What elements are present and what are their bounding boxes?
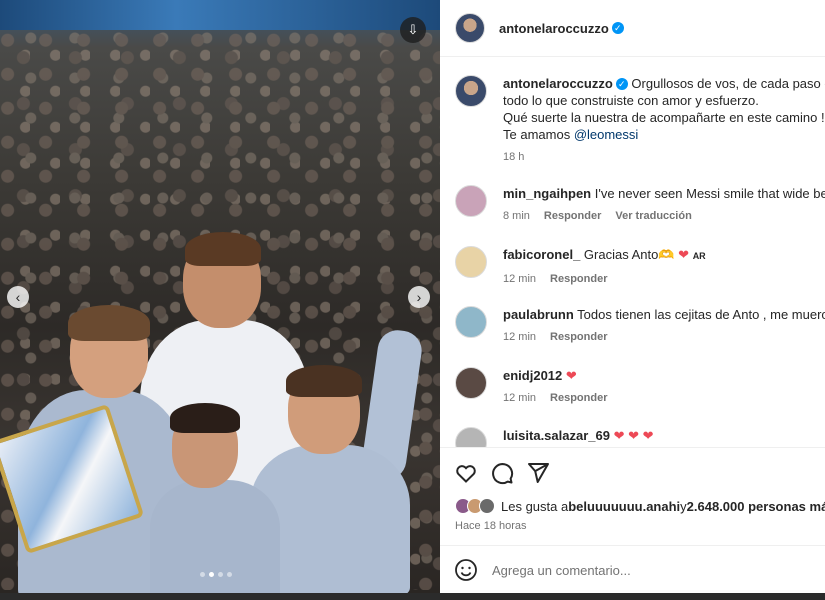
heart-emoji: ❤ <box>565 368 577 383</box>
comment-item: luisita.salazar_69 ❤ ❤ ❤ <box>455 427 825 447</box>
comment-username[interactable]: luisita.salazar_69 <box>503 428 610 443</box>
verified-icon: ✓ <box>611 22 624 34</box>
comments-list[interactable]: antonelaroccuzzo ✓ Orgullosos de vos, de … <box>440 57 825 447</box>
commenter-avatar[interactable] <box>455 185 487 217</box>
comment-username[interactable]: min_ngaihpen <box>503 186 591 201</box>
caption-text-1: Orgullosos de vos, de cada paso que <box>631 76 825 91</box>
comment-item: enidj2012 ❤ 12 min Responder <box>455 367 825 404</box>
commenter-avatar[interactable] <box>455 367 487 399</box>
stadium-banner <box>0 0 440 30</box>
bottom-strip <box>0 593 825 600</box>
reply-button[interactable]: Responder <box>544 210 601 222</box>
comment-item: paulabrunn Todos tienen las cejitas de A… <box>455 306 825 343</box>
likes-count[interactable]: 2.648.000 personas más <box>687 499 825 514</box>
translate-button[interactable]: Ver traducción <box>615 210 691 222</box>
post-photo[interactable]: ⇩ ‹ › <box>0 0 440 593</box>
carousel-dot <box>227 572 232 577</box>
carousel-dots <box>200 572 232 577</box>
likes-user[interactable]: beluuuuuuu.anahi <box>568 499 680 514</box>
action-bar: Les gusta a beluuuuuuu.anahi y 2.648.000… <box>440 447 825 532</box>
messi-hair <box>185 232 261 266</box>
kid-right-hair <box>286 365 362 397</box>
heart-emoji: ❤ <box>678 247 690 262</box>
emoji-icon[interactable] <box>454 558 478 582</box>
post-header: antonelaroccuzzo ✓ <box>440 0 825 57</box>
comment-time: 12 min <box>503 273 537 285</box>
comment-input[interactable] <box>490 561 794 579</box>
carousel-dot-active <box>209 572 214 577</box>
likes-prefix: Les gusta a <box>501 498 569 514</box>
comment-time: 8 min <box>503 210 530 222</box>
reply-button[interactable]: Responder <box>550 273 607 285</box>
comment-time: 12 min <box>503 392 537 404</box>
author-username[interactable]: antonelaroccuzzo <box>499 21 609 36</box>
download-icon[interactable]: ⇩ <box>400 17 426 43</box>
caption-text-3: Qué suerte la nuestra de acompañarte en … <box>503 110 825 125</box>
caption: antonelaroccuzzo ✓ Orgullosos de vos, de … <box>455 75 825 163</box>
comment-username[interactable]: fabicoronel_ <box>503 247 580 262</box>
commenter-avatar[interactable] <box>455 427 487 447</box>
comment-item: min_ngaihpen I've never seen Messi smile… <box>455 185 825 222</box>
flag-emoji: AR <box>692 251 706 261</box>
comment-composer <box>440 545 825 593</box>
comment-time: 12 min <box>503 331 537 343</box>
caption-time: 18 h <box>503 151 525 163</box>
carousel-dot <box>218 572 223 577</box>
post-date: Hace 18 horas <box>455 520 527 532</box>
comment-text: Gracias Anto🫶 <box>583 247 679 262</box>
comment-text: I've never seen Messi smile that wide be… <box>594 186 825 201</box>
heart-emoji: ❤ ❤ ❤ <box>613 428 654 443</box>
share-icon[interactable] <box>526 461 550 485</box>
verified-icon: ✓ <box>615 78 628 90</box>
author-avatar-small[interactable] <box>455 75 487 107</box>
reply-button[interactable]: Responder <box>550 392 607 404</box>
post-panel: antonelaroccuzzo ✓ antonelaroccuzzo ✓ Org… <box>440 0 825 593</box>
previous-slide-button[interactable]: ‹ <box>7 286 29 308</box>
liker-avatar <box>479 498 495 514</box>
author-avatar[interactable] <box>455 13 485 43</box>
heart-icon[interactable] <box>454 461 478 485</box>
comment-item: fabicoronel_ Gracias Anto🫶 ❤ AR 12 min Re… <box>455 246 825 285</box>
kid-left-hair <box>68 305 150 341</box>
comment-username[interactable]: paulabrunn <box>503 307 574 322</box>
reply-button[interactable]: Responder <box>550 331 607 343</box>
comment-username[interactable]: enidj2012 <box>503 368 562 383</box>
kid-center-hair <box>170 403 240 433</box>
commenter-avatar[interactable] <box>455 306 487 338</box>
commenter-avatar[interactable] <box>455 246 487 278</box>
mention-link[interactable]: @leomessi <box>574 127 639 142</box>
next-slide-button[interactable]: › <box>408 286 430 308</box>
carousel-dot <box>200 572 205 577</box>
likes-summary[interactable]: Les gusta a beluuuuuuu.anahi y 2.648.000… <box>455 498 825 514</box>
caption-text-2: todo lo que construiste con amor y esfue… <box>503 93 759 108</box>
comment-icon[interactable] <box>490 461 514 485</box>
caption-username[interactable]: antonelaroccuzzo <box>503 76 613 91</box>
caption-text-4: Te amamos <box>503 127 574 142</box>
comment-text: Todos tienen las cejitas de Anto , me mu… <box>577 307 825 322</box>
